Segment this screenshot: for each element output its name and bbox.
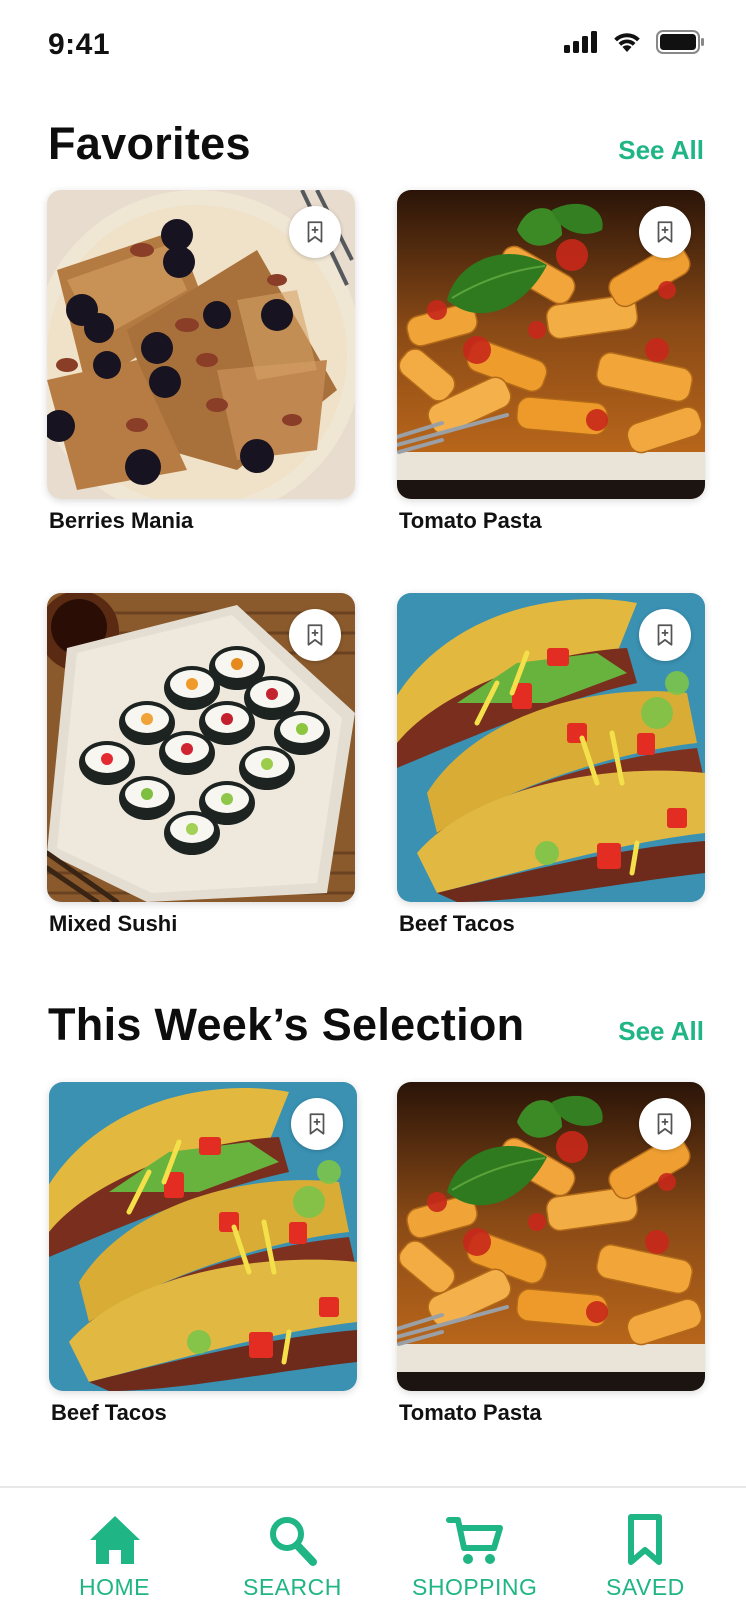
recipe-card[interactable]: Tomato Pasta <box>397 190 705 533</box>
favorites-title: Favorites <box>48 118 251 169</box>
status-time: 9:41 <box>48 28 111 61</box>
save-recipe-button[interactable] <box>639 609 691 661</box>
bookmark-add-icon <box>652 219 678 245</box>
recipe-image-sushi[interactable] <box>47 593 355 902</box>
cart-icon <box>445 1517 503 1564</box>
weekly-see-all-link[interactable]: See All <box>618 1016 704 1047</box>
bottom-navigation: HOME SEARCH SHOPPING SAVED <box>0 1486 746 1623</box>
bookmark-add-icon <box>652 1111 678 1137</box>
recipe-card[interactable]: Tomato Pasta <box>397 1082 705 1425</box>
recipe-card[interactable]: Berries Mania <box>47 190 355 533</box>
bookmark-add-icon <box>652 622 678 648</box>
nav-saved[interactable]: SAVED <box>606 1514 685 1601</box>
recipe-image-pasta[interactable] <box>397 1082 705 1391</box>
save-recipe-button[interactable] <box>291 1098 343 1150</box>
recipe-title[interactable]: Tomato Pasta <box>399 508 542 534</box>
save-recipe-button[interactable] <box>639 206 691 258</box>
status-icons <box>564 30 704 54</box>
nav-search-label: SEARCH <box>243 1574 342 1600</box>
weekly-selection-header: This Week’s Selection See All <box>48 999 704 1051</box>
save-recipe-button[interactable] <box>289 609 341 661</box>
bookmark-icon <box>628 1514 663 1565</box>
favorites-header: Favorites See All <box>48 118 704 170</box>
nav-home[interactable]: HOME <box>79 1514 150 1601</box>
signal-icon <box>564 31 597 53</box>
save-recipe-button[interactable] <box>289 206 341 258</box>
recipe-image-tacos[interactable] <box>397 593 705 902</box>
recipe-card[interactable]: Mixed Sushi <box>47 593 355 936</box>
nav-shopping-label: SHOPPING <box>412 1574 538 1600</box>
home-icon <box>89 1516 140 1564</box>
favorites-see-all-link[interactable]: See All <box>618 135 704 166</box>
nav-saved-label: SAVED <box>606 1574 685 1600</box>
nav-shopping[interactable]: SHOPPING <box>412 1514 537 1601</box>
recipe-title[interactable]: Tomato Pasta <box>399 1400 542 1426</box>
recipe-title[interactable]: Beef Tacos <box>51 1400 167 1426</box>
recipe-title[interactable]: Beef Tacos <box>399 911 515 937</box>
wifi-icon <box>614 33 640 52</box>
bookmark-add-icon <box>302 622 328 648</box>
save-recipe-button[interactable] <box>639 1098 691 1150</box>
nav-search[interactable]: SEARCH <box>243 1514 342 1601</box>
recipe-title[interactable]: Mixed Sushi <box>49 911 177 937</box>
recipe-image-berries[interactable] <box>47 190 355 499</box>
battery-icon <box>656 30 704 54</box>
recipe-image-pasta[interactable] <box>397 190 705 499</box>
recipe-card[interactable]: Beef Tacos <box>397 593 705 936</box>
weekly-selection-title: This Week’s Selection <box>48 999 525 1050</box>
recipe-title[interactable]: Berries Mania <box>49 508 193 534</box>
nav-home-label: HOME <box>79 1574 150 1600</box>
bookmark-add-icon <box>302 219 328 245</box>
status-bar: 9:41 <box>0 0 746 92</box>
search-icon <box>270 1517 318 1566</box>
recipe-image-tacos[interactable] <box>49 1082 357 1391</box>
recipe-card[interactable]: Beef Tacos <box>49 1082 357 1425</box>
bookmark-add-icon <box>304 1111 330 1137</box>
